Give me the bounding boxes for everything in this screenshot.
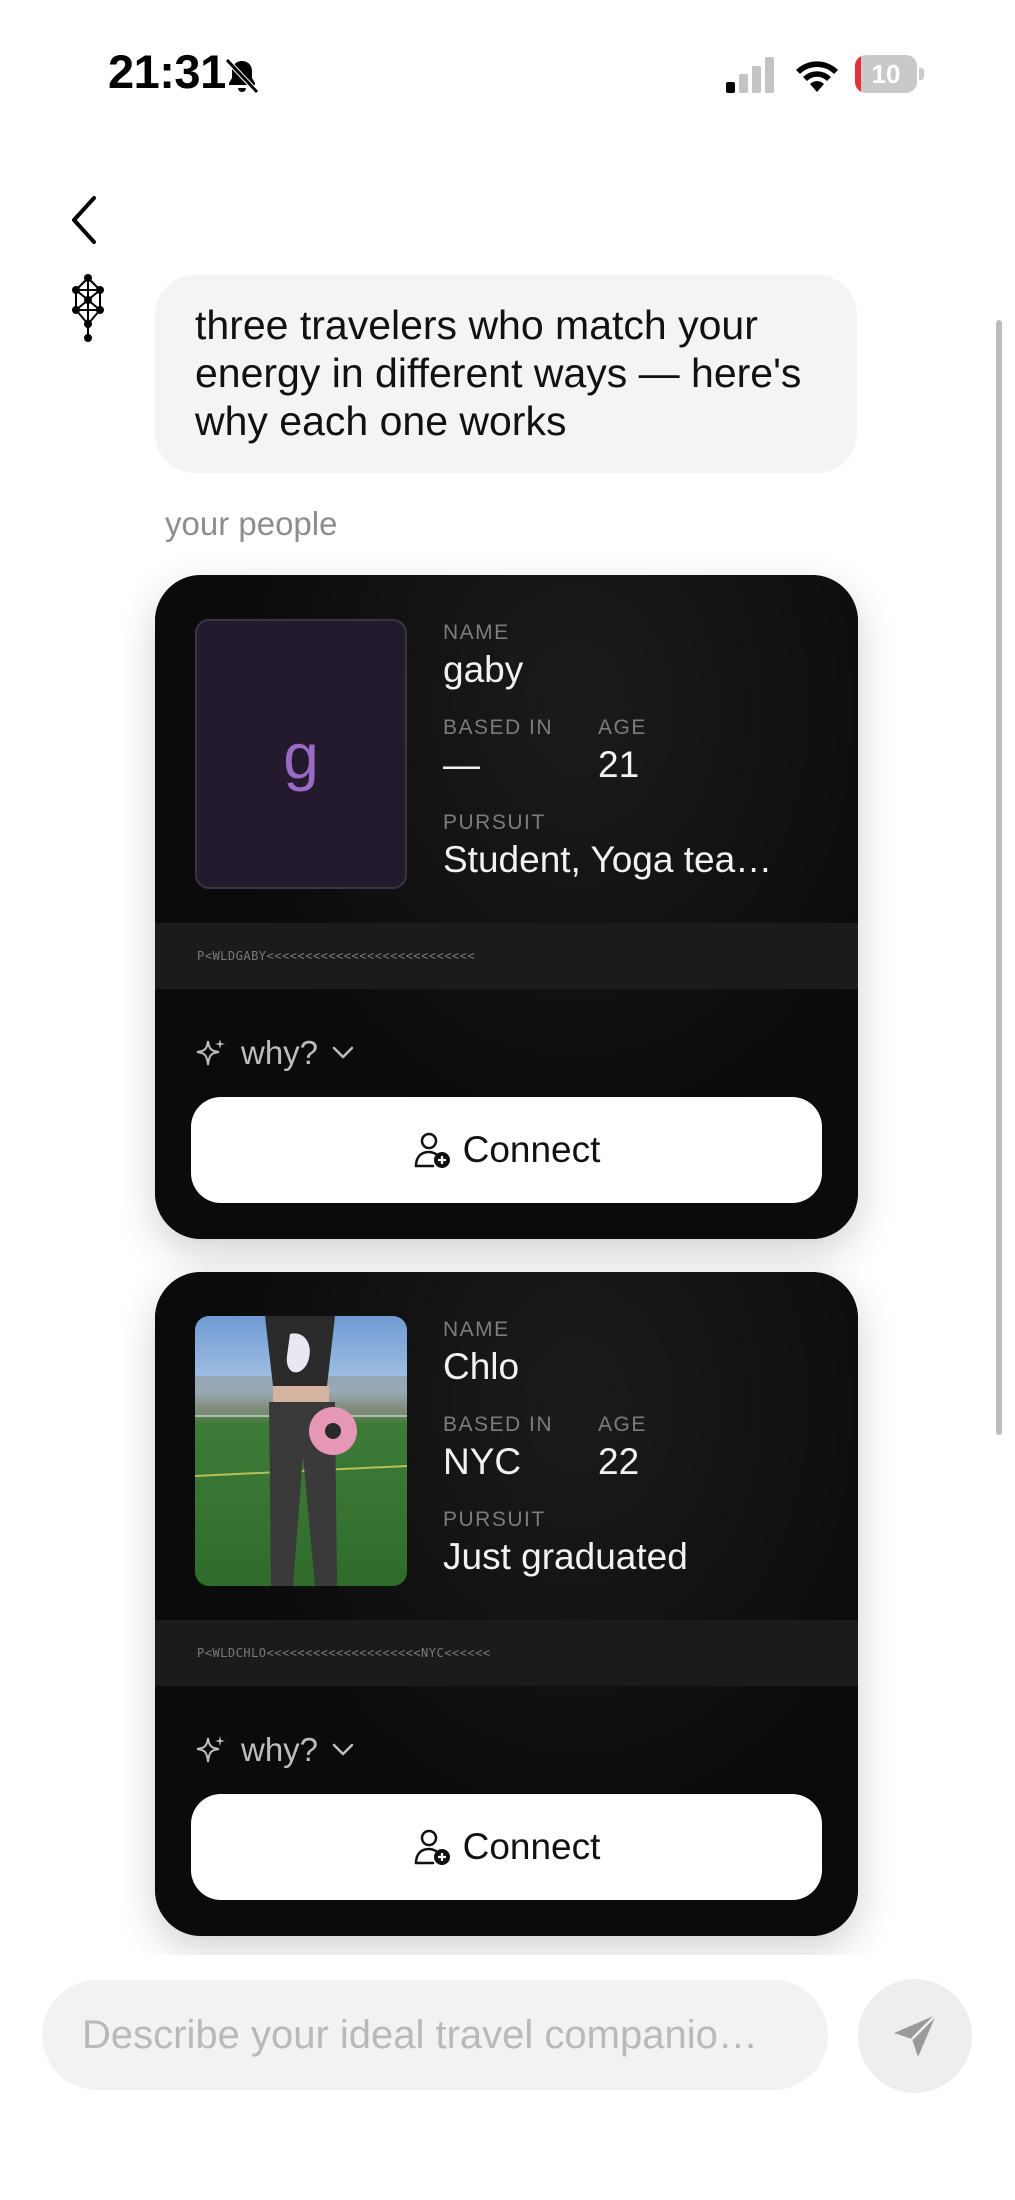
wifi-icon bbox=[796, 61, 838, 92]
mrz-line: P<WLDGABY<<<<<<<<<<<<<<<<<<<<<<<<<<< bbox=[155, 923, 858, 989]
photo-initial: g bbox=[283, 720, 319, 792]
add-person-icon bbox=[414, 1132, 450, 1168]
based-in-value: NYC bbox=[443, 1441, 522, 1482]
sparkle-icon bbox=[196, 1039, 225, 1066]
name-label: NAME bbox=[443, 621, 510, 644]
profile-photo-placeholder: g bbox=[195, 619, 407, 889]
send-button[interactable] bbox=[858, 1979, 972, 2093]
based-in-label: BASED IN bbox=[443, 1413, 554, 1436]
age-label: AGE bbox=[598, 716, 647, 739]
message-input[interactable]: Describe your ideal travel companio… bbox=[42, 1980, 828, 2090]
profile-card: g NAME gaby BASED IN — AGE 21 PURSUIT St… bbox=[155, 575, 858, 1239]
why-toggle[interactable]: why? bbox=[195, 1029, 354, 1077]
connect-label: Connect bbox=[462, 1826, 601, 1867]
status-time: 21:31 bbox=[108, 45, 226, 98]
chevron-down-icon bbox=[332, 1743, 354, 1756]
age-value: 22 bbox=[598, 1441, 640, 1482]
tree-of-life-icon bbox=[72, 274, 104, 342]
chevron-down-icon bbox=[332, 1046, 354, 1059]
send-arrow-icon bbox=[894, 2014, 937, 2057]
chevron-left-icon[interactable] bbox=[60, 190, 110, 250]
pursuit-label: PURSUIT bbox=[443, 1508, 546, 1531]
assistant-message: three travelers who match your energy in… bbox=[155, 275, 857, 473]
status-bar: 21:31 10 bbox=[0, 0, 1015, 150]
add-person-icon bbox=[414, 1829, 450, 1865]
cellular-signal-icon bbox=[726, 57, 774, 93]
mrz-line: P<WLDCHLO<<<<<<<<<<<<<<<<<<<<NYC<<<<<< bbox=[155, 1620, 858, 1686]
based-in-value: — bbox=[443, 744, 480, 785]
section-label: your people bbox=[165, 505, 338, 542]
sparkle-icon bbox=[196, 1736, 225, 1763]
profile-name: gaby bbox=[443, 649, 524, 690]
based-in-label: BASED IN bbox=[443, 716, 554, 739]
pursuit-value: Student, Yoga tea… bbox=[443, 839, 773, 880]
connect-label: Connect bbox=[462, 1129, 601, 1170]
profile-photo bbox=[195, 1316, 407, 1586]
why-toggle[interactable]: why? bbox=[195, 1726, 354, 1774]
connect-button[interactable]: Connect bbox=[191, 1794, 822, 1900]
profile-name: Chlo bbox=[443, 1346, 520, 1387]
why-label: why? bbox=[241, 1034, 319, 1071]
pursuit-label: PURSUIT bbox=[443, 811, 546, 834]
why-label: why? bbox=[241, 1731, 319, 1768]
connect-button[interactable]: Connect bbox=[191, 1097, 822, 1203]
composer: Describe your ideal travel companio… bbox=[0, 1955, 1015, 2200]
pursuit-value: Just graduated bbox=[443, 1536, 688, 1577]
battery-icon: 10 bbox=[855, 55, 925, 95]
profile-card: NAME Chlo BASED IN NYC AGE 22 PURSUIT Ju… bbox=[155, 1272, 858, 1936]
age-value: 21 bbox=[598, 744, 640, 785]
battery-level: 10 bbox=[871, 59, 901, 89]
age-label: AGE bbox=[598, 1413, 647, 1436]
name-label: NAME bbox=[443, 1318, 510, 1341]
bell-muted-icon bbox=[225, 58, 259, 94]
scrollbar[interactable] bbox=[996, 320, 1002, 1435]
profile-photo-illustration bbox=[195, 1316, 407, 1586]
